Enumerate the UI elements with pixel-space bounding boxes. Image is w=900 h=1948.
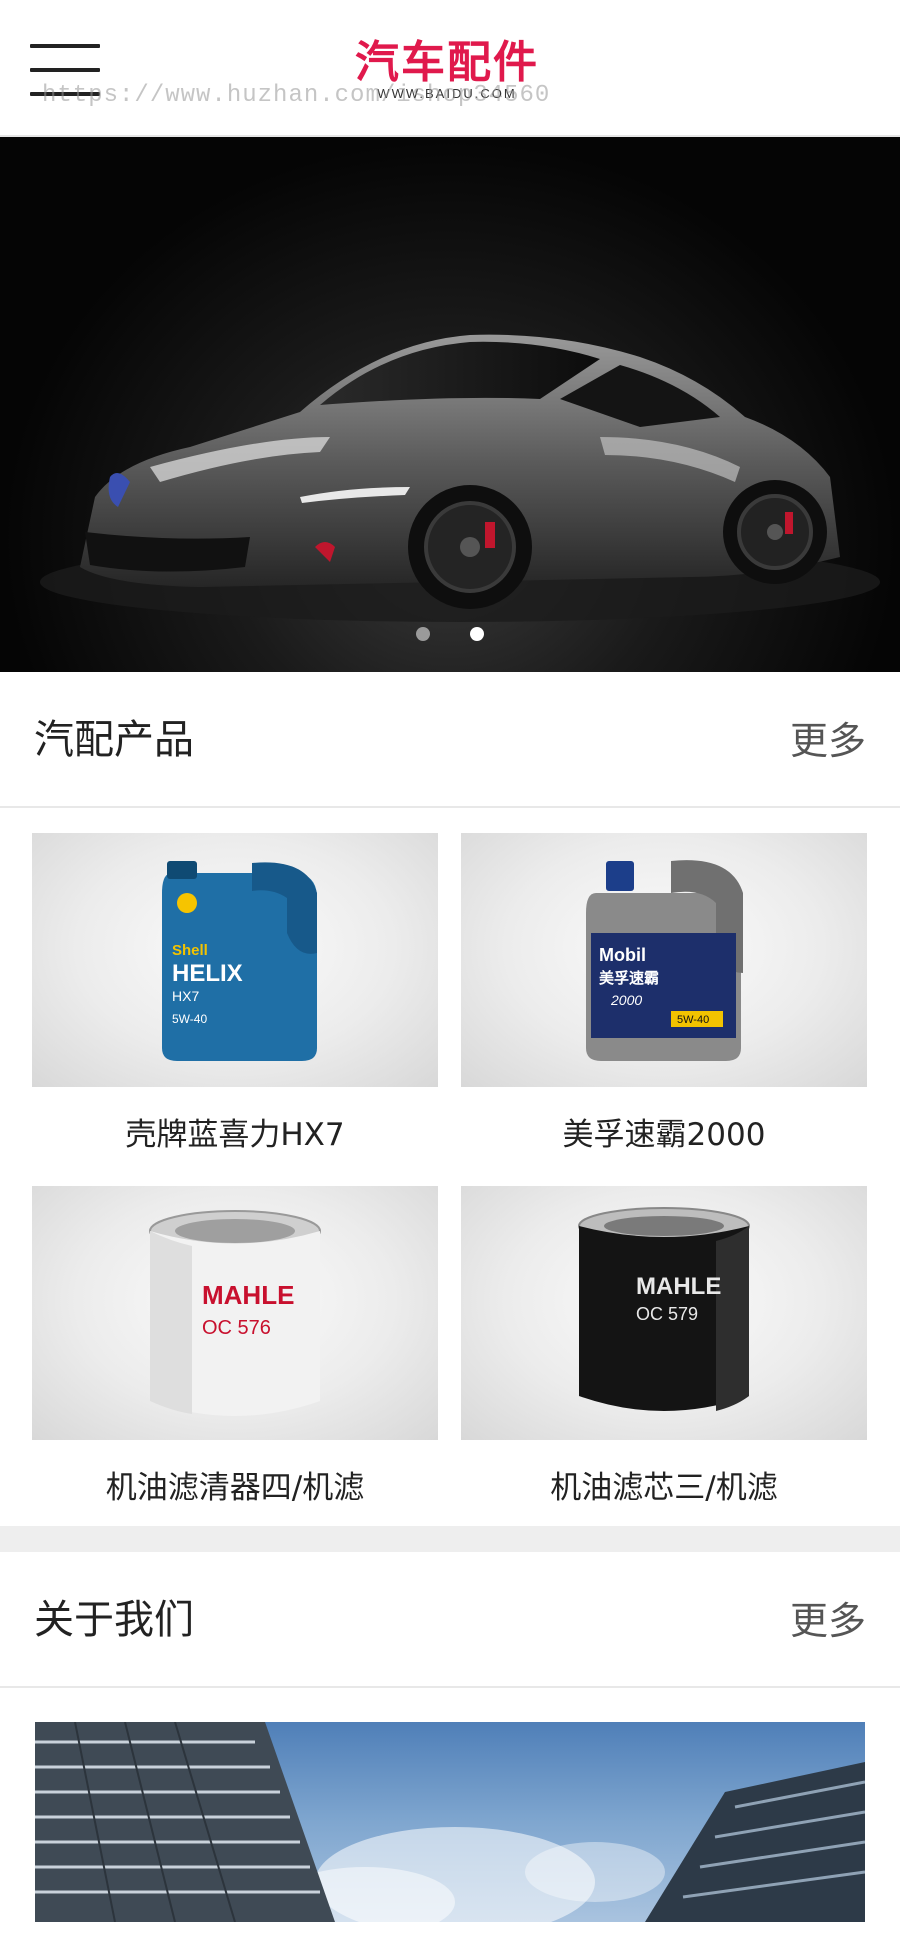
product-name: 美孚速霸2000 <box>562 1117 766 1153</box>
building-sky-image <box>35 1722 865 1922</box>
section-title: 关于我们 <box>34 1597 194 1643</box>
top-header: 汽车配件 WWW.BAIDU.COM https://www.huzhan.co… <box>0 0 900 137</box>
svg-text:OC 579: OC 579 <box>636 1304 698 1324</box>
product-card[interactable]: Mobil 美孚速霸 2000 5W-40 美孚速霸2000 <box>461 833 867 1155</box>
section-title: 汽配产品 <box>34 717 194 763</box>
svg-text:HELIX: HELIX <box>172 960 243 987</box>
product-image: MAHLE OC 579 <box>461 1186 867 1440</box>
more-link[interactable]: 更多 <box>790 1598 866 1644</box>
product-image: MAHLE OC 576 <box>32 1186 438 1440</box>
mahle-black-filter-icon: MAHLE OC 579 <box>578 1207 750 1411</box>
svg-text:OC 576: OC 576 <box>202 1317 271 1339</box>
svg-text:HX7: HX7 <box>172 988 199 1004</box>
about-section-header: 关于我们 更多 <box>0 1552 900 1688</box>
svg-text:2000: 2000 <box>610 992 642 1008</box>
product-grid: Shell HELIX HX7 5W-40 壳牌蓝喜力HX7 Mobil 美孚速… <box>0 808 900 1526</box>
svg-text:Shell: Shell <box>172 942 208 959</box>
product-name: 壳牌蓝喜力HX7 <box>125 1117 345 1153</box>
product-card[interactable]: MAHLE OC 579 机油滤芯三/机滤 <box>461 1186 867 1508</box>
mahle-white-filter-icon: MAHLE OC 576 <box>149 1210 321 1416</box>
hero-banner[interactable] <box>0 137 900 672</box>
about-image[interactable] <box>35 1722 865 1922</box>
svg-text:MAHLE: MAHLE <box>636 1273 721 1300</box>
watermark-url: https://www.huzhan.com/ishop34560 <box>42 82 551 109</box>
section-separator <box>0 1526 900 1552</box>
svg-text:Mobil: Mobil <box>599 945 646 965</box>
product-name: 机油滤芯三/机滤 <box>550 1470 778 1506</box>
product-image: Mobil 美孚速霸 2000 5W-40 <box>461 833 867 1087</box>
shell-oil-bottle-icon: Shell HELIX HX7 5W-40 <box>162 861 317 1061</box>
product-name: 机油滤清器四/机滤 <box>105 1470 365 1506</box>
logo-title: 汽车配件 <box>355 37 539 88</box>
carousel-dot-2-active[interactable] <box>470 627 484 641</box>
carousel-dot-1[interactable] <box>416 627 430 641</box>
product-card[interactable]: MAHLE OC 576 机油滤清器四/机滤 <box>32 1186 438 1508</box>
product-card[interactable]: Shell HELIX HX7 5W-40 壳牌蓝喜力HX7 <box>32 833 438 1155</box>
svg-text:5W-40: 5W-40 <box>172 1012 207 1026</box>
svg-text:美孚速霸: 美孚速霸 <box>599 969 659 987</box>
menu-bar-line <box>30 44 100 48</box>
product-image: Shell HELIX HX7 5W-40 <box>32 833 438 1087</box>
more-link[interactable]: 更多 <box>790 718 866 764</box>
products-section-header: 汽配产品 更多 <box>0 672 900 808</box>
svg-text:MAHLE: MAHLE <box>202 1280 294 1310</box>
mobil-oil-bottle-icon: Mobil 美孚速霸 2000 5W-40 <box>586 860 743 1061</box>
svg-text:5W-40: 5W-40 <box>677 1014 709 1026</box>
sports-car-image <box>40 334 880 622</box>
menu-bar-line <box>30 68 100 72</box>
